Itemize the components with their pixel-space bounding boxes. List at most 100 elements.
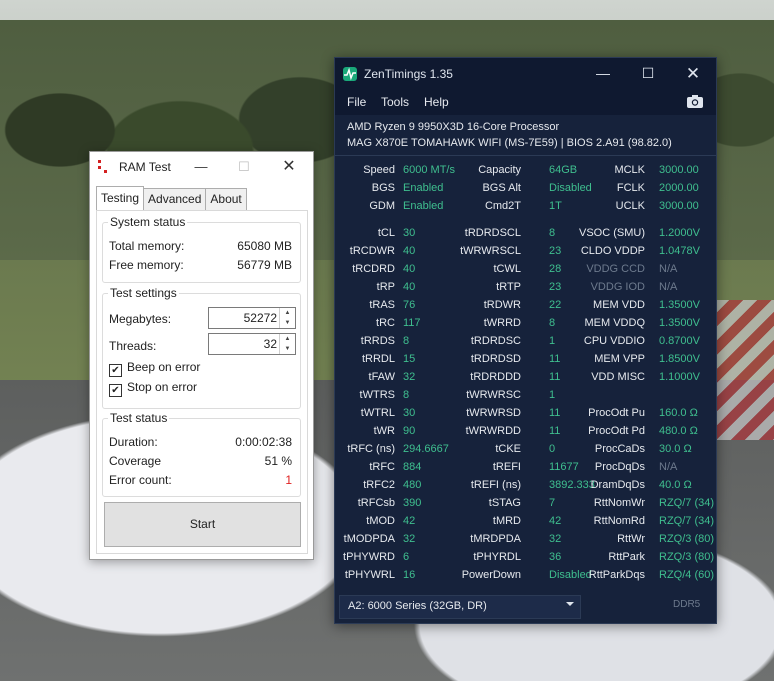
menu-help[interactable]: Help — [424, 95, 449, 109]
total-memory-value: 65080 MB — [237, 239, 292, 253]
timing-value: 6000 MT/s — [403, 164, 455, 176]
timing-value: 30 — [403, 407, 416, 419]
maximize-button[interactable]: ☐ — [221, 152, 267, 182]
timing-label: Speed — [363, 164, 395, 176]
timing-value: 40 — [403, 263, 416, 275]
timing-value: 7 — [549, 497, 556, 509]
timing-label: tPHYWRL — [344, 569, 395, 581]
timing-label: BGS Alt — [482, 182, 521, 194]
timing-label: tREFI — [492, 461, 521, 473]
dimm-select[interactable]: A2: 6000 Series (32GB, DR) — [339, 595, 581, 619]
timing-value: 0 — [549, 443, 556, 455]
duration-label: Duration: — [109, 435, 158, 449]
tab-testing[interactable]: Testing — [96, 186, 145, 212]
timing-value: 8 — [403, 389, 410, 401]
megabytes-value[interactable]: 52272 — [244, 311, 277, 325]
duration-value: 0:00:02:38 — [235, 435, 292, 449]
stop-on-error-checkbox[interactable]: ✔ Stop on error — [109, 380, 197, 397]
timing-label: tREFI (ns) — [470, 479, 521, 491]
timing-value: RZQ/7 (34) — [659, 497, 715, 509]
timing-value: N/A — [659, 461, 678, 473]
timing-value: RZQ/4 (60) — [659, 569, 715, 581]
megabytes-stepper[interactable]: 52272 ▲ ▼ — [208, 307, 296, 329]
timing-label: tWTRL — [360, 407, 395, 419]
spin-up-icon[interactable]: ▲ — [280, 334, 295, 344]
timing-value: 117 — [403, 317, 421, 329]
spin-up-icon[interactable]: ▲ — [280, 308, 295, 318]
menu-tools[interactable]: Tools — [381, 95, 409, 109]
timing-value: 32 — [549, 533, 562, 545]
spin-down-icon[interactable]: ▼ — [280, 344, 295, 354]
checkmark-icon[interactable]: ✔ — [109, 384, 122, 397]
timing-value: 8 — [549, 317, 556, 329]
threads-stepper[interactable]: 32 ▲ ▼ — [208, 333, 296, 355]
tab-advanced[interactable]: Advanced — [143, 188, 207, 210]
minimize-button[interactable]: — — [580, 58, 626, 89]
close-button[interactable]: ✕ — [670, 58, 716, 89]
start-button[interactable]: Start — [104, 502, 301, 547]
header-divider — [335, 155, 716, 156]
timing-label: VDD MISC — [591, 371, 645, 383]
timing-label: tSTAG — [488, 497, 521, 509]
timing-label: ProcDqDs — [594, 461, 645, 473]
total-memory-label: Total memory: — [109, 239, 185, 253]
timing-value: 40.0 Ω — [659, 479, 692, 491]
timing-label: tRTP — [496, 281, 521, 293]
test-settings-group: Test settings Megabytes: 52272 ▲ ▼ Threa… — [102, 286, 301, 409]
testing-panel: System status Total memory: 65080 MB Fre… — [96, 210, 308, 554]
megabytes-spin-arrows[interactable]: ▲ ▼ — [279, 308, 295, 328]
timing-value: 480 — [403, 479, 422, 491]
timing-value: Disabled — [549, 569, 592, 581]
dimm-select-value[interactable]: A2: 6000 Series (32GB, DR) — [348, 600, 487, 612]
zentimings-app-icon — [343, 67, 357, 81]
threads-spin-arrows[interactable]: ▲ ▼ — [279, 334, 295, 354]
spin-down-icon[interactable]: ▼ — [280, 318, 295, 328]
ramtest-tabs: Testing Advanced About — [96, 186, 247, 212]
system-status-group: System status Total memory: 65080 MB Fre… — [102, 215, 301, 283]
timing-value: 11 — [549, 425, 561, 437]
timing-value: 8 — [549, 227, 556, 239]
menu-file[interactable]: File — [347, 95, 366, 109]
system-status-title: System status — [108, 215, 188, 229]
beep-on-error-checkbox[interactable]: ✔ Beep on error — [109, 360, 200, 377]
timing-value: 160.0 Ω — [659, 407, 698, 419]
threads-value[interactable]: 32 — [264, 337, 277, 351]
timing-label: tRDRDSD — [470, 353, 521, 365]
ramtest-titlebar[interactable]: RAM Test — ☐ ✕ — [90, 152, 313, 182]
timing-value: 1.8500V — [659, 353, 700, 365]
timing-value: 32 — [403, 371, 416, 383]
checkmark-icon[interactable]: ✔ — [109, 364, 122, 377]
timing-value: N/A — [659, 281, 678, 293]
timing-value: 8 — [403, 335, 410, 347]
timing-value: 40 — [403, 245, 416, 257]
timing-label: tPHYWRD — [343, 551, 395, 563]
timing-label: MEM VDD — [593, 299, 645, 311]
zentimings-titlebar[interactable]: ZenTimings 1.35 — ☐ ✕ — [335, 58, 716, 89]
timing-label: tMOD — [366, 515, 395, 527]
timing-label: VSOC (SMU) — [579, 227, 645, 239]
timing-value: Enabled — [403, 200, 444, 212]
timing-value: 1 — [549, 335, 556, 347]
minimize-button[interactable]: — — [178, 152, 224, 182]
maximize-button[interactable]: ☐ — [625, 58, 671, 89]
timing-value: Enabled — [403, 182, 444, 194]
tab-about[interactable]: About — [205, 188, 247, 210]
timing-value: 6 — [403, 551, 410, 563]
timing-value: 22 — [549, 299, 562, 311]
timing-label: DramDqDs — [590, 479, 645, 491]
ramtest-window: RAM Test — ☐ ✕ Testing Advanced About Sy… — [89, 151, 314, 560]
timing-label: tRFC2 — [363, 479, 395, 491]
timing-label: ProcOdt Pu — [588, 407, 645, 419]
timing-value: 64GB — [549, 164, 578, 176]
timing-label: CLDO VDDP — [580, 245, 645, 257]
timing-value: 11 — [549, 407, 561, 419]
chevron-down-icon[interactable] — [566, 602, 574, 606]
coverage-value: 51 % — [264, 454, 292, 468]
camera-icon[interactable] — [687, 95, 703, 108]
timing-label: RttParkDqs — [588, 569, 645, 581]
timing-label: tWRWRSD — [466, 407, 521, 419]
timing-label: tCWL — [493, 263, 522, 275]
close-button[interactable]: ✕ — [266, 152, 312, 182]
timing-value: 2000.00 — [659, 182, 699, 194]
beep-on-error-label: Beep on error — [127, 360, 201, 374]
